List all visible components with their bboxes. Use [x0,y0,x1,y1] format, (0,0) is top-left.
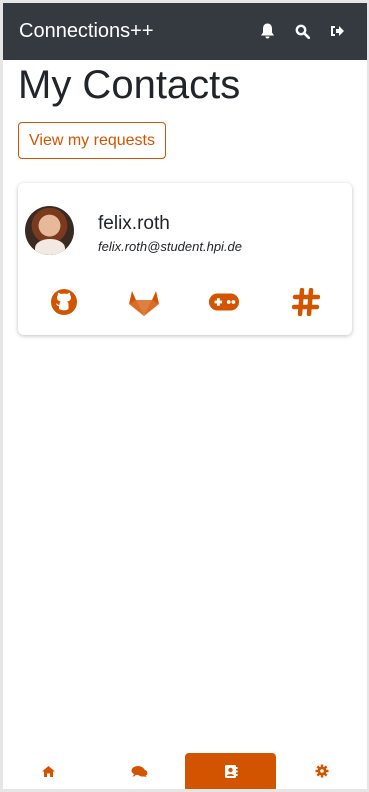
sign-out-icon[interactable] [329,22,345,40]
view-requests-button[interactable]: View my requests [18,122,166,159]
contact-links [18,286,352,320]
avatar [25,206,74,255]
top-navbar: Connections++ [3,3,367,60]
slack-hashtag-icon[interactable] [290,286,322,318]
contact-username: felix.roth [98,213,170,234]
contact-card: felix.roth felix.roth@student.hpi.de [18,183,352,335]
gamepad-icon[interactable] [208,286,240,318]
contacts-icon[interactable] [185,753,276,789]
app-title[interactable]: Connections++ [19,20,154,43]
gitlab-icon[interactable] [128,286,160,318]
settings-icon[interactable] [276,753,367,789]
app-frame: Connections++ My Contacts View my reques… [3,3,367,789]
page-title: My Contacts [18,63,241,107]
top-icon-group [259,22,345,40]
chat-icon[interactable] [94,753,185,789]
search-icon[interactable] [294,22,310,40]
github-icon[interactable] [48,286,80,318]
bottom-nav [3,753,367,789]
home-icon[interactable] [3,753,94,789]
bell-icon[interactable] [259,22,275,40]
contact-email: felix.roth@student.hpi.de [98,239,243,254]
